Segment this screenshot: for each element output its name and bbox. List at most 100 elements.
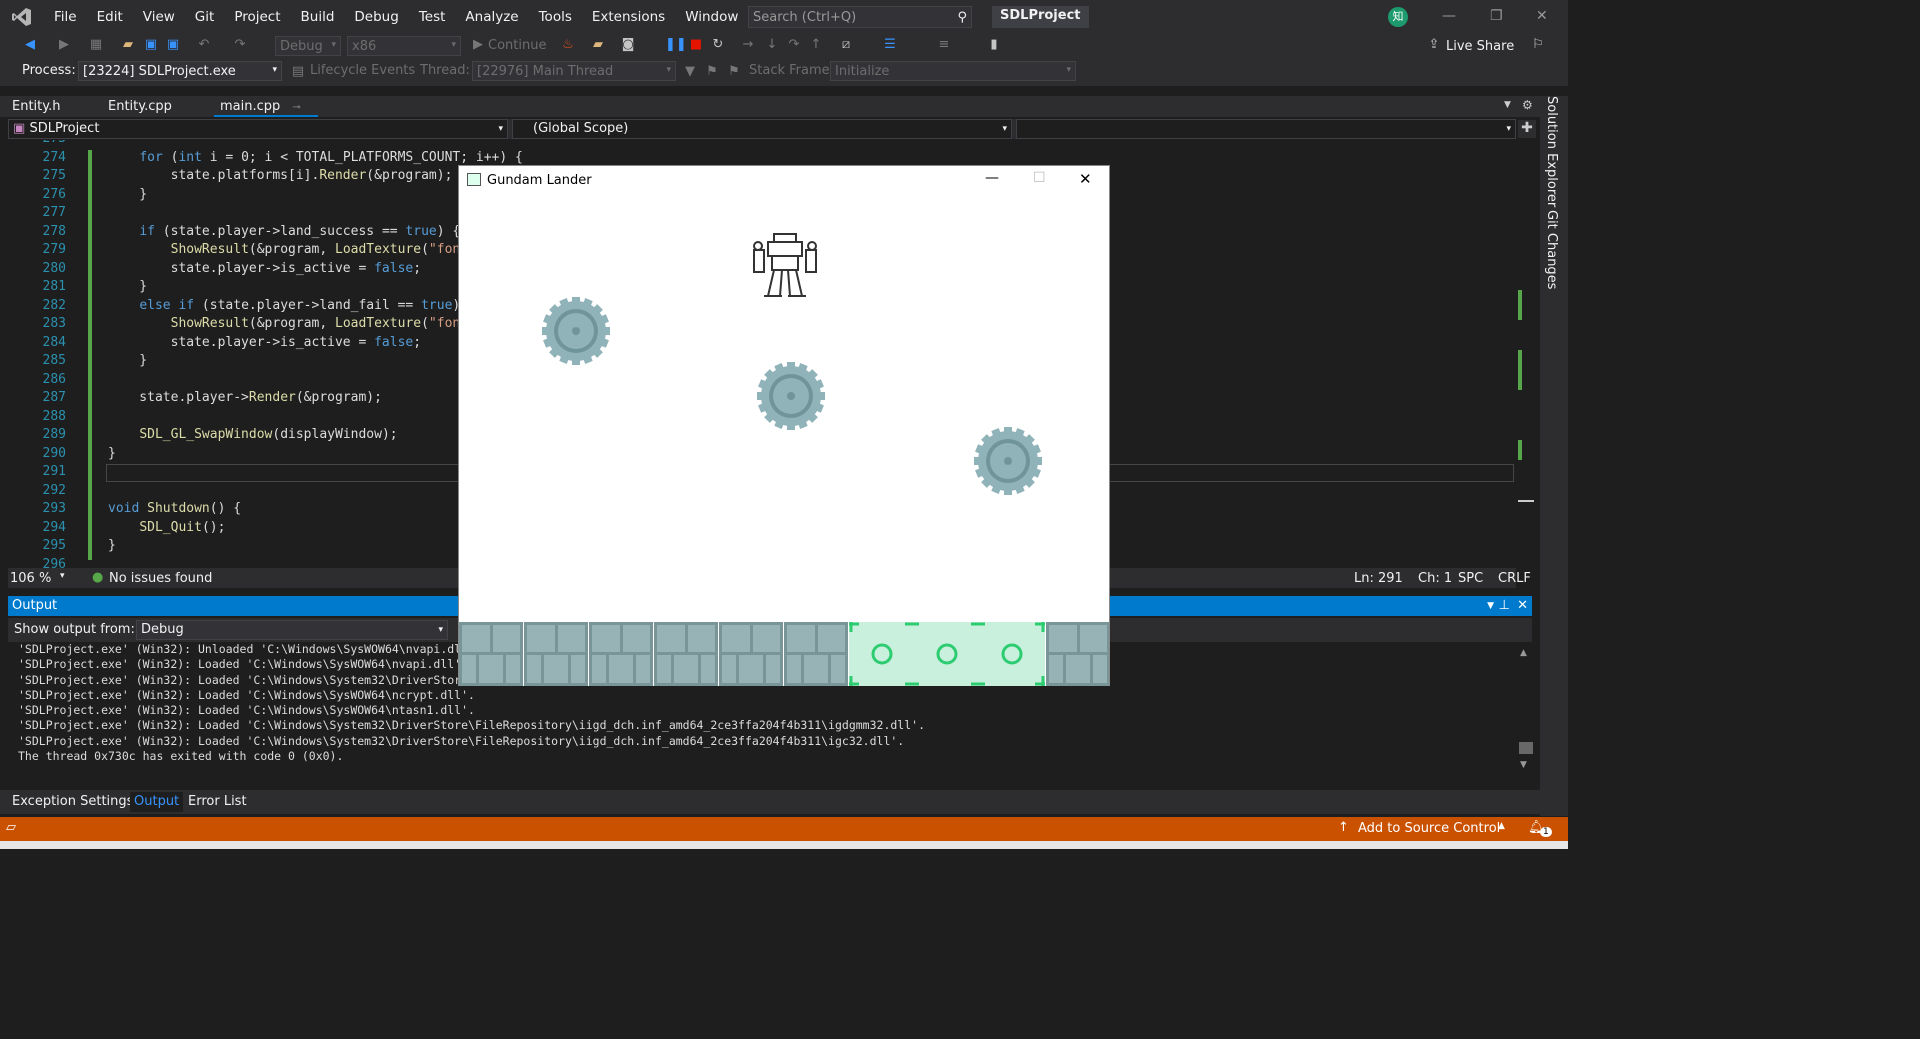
tab-output[interactable]: Output bbox=[130, 792, 184, 812]
diagnostics-icon[interactable]: ◙ bbox=[620, 37, 636, 53]
stop-icon[interactable]: ■ bbox=[688, 37, 704, 53]
navigate-forward-icon[interactable]: ▶ bbox=[56, 37, 72, 53]
show-flagged-icon[interactable]: ⚑ bbox=[726, 64, 742, 80]
line-number: 284 bbox=[42, 334, 66, 350]
filter-icon[interactable]: ▼ bbox=[682, 64, 698, 80]
menu-file[interactable]: File bbox=[44, 0, 87, 34]
navigate-back-icon[interactable]: ◀ bbox=[22, 37, 38, 53]
line-number: 280 bbox=[42, 260, 66, 276]
tab-exception-settings[interactable]: Exception Settings bbox=[8, 792, 137, 812]
format-icon[interactable]: ☰ bbox=[882, 37, 898, 53]
game-close-icon[interactable]: ✕ bbox=[1079, 170, 1092, 188]
restart-icon[interactable]: ↻ bbox=[710, 37, 726, 53]
save-icon[interactable]: ▣ bbox=[143, 37, 159, 53]
breakpoint-toggle-icon[interactable]: ⧄ bbox=[838, 37, 854, 53]
global-scope-select[interactable]: (Global Scope) ▾ bbox=[512, 119, 1012, 139]
menu-git[interactable]: Git bbox=[185, 0, 225, 34]
menu-window[interactable]: Window bbox=[675, 0, 748, 34]
output-scrollbar[interactable]: ▲ ▼ bbox=[1516, 642, 1536, 774]
menu-view[interactable]: View bbox=[133, 0, 185, 34]
tab-main-cpp[interactable]: main.cpp ⊸ ✕ bbox=[214, 96, 318, 135]
zoom-level[interactable]: 106 % bbox=[10, 571, 51, 586]
tab-overflow-icon[interactable]: ▼ bbox=[1504, 100, 1511, 110]
redo-icon[interactable]: ↷ bbox=[232, 37, 248, 53]
output-title: Output bbox=[12, 598, 58, 613]
folder-icon[interactable]: ▰ bbox=[590, 37, 606, 53]
editor-scrollbar[interactable] bbox=[1516, 140, 1536, 568]
split-editor-icon[interactable]: ✚ bbox=[1518, 120, 1536, 138]
menu-analyze[interactable]: Analyze bbox=[455, 0, 528, 34]
game-maximize-icon[interactable]: ☐ bbox=[1033, 170, 1046, 186]
menu-edit[interactable]: Edit bbox=[87, 0, 133, 34]
pin-icon[interactable]: ⊸ bbox=[292, 102, 300, 113]
flag-thread-icon[interactable]: ⚑ bbox=[704, 64, 720, 80]
tab-solution-explorer[interactable]: Solution Explorer bbox=[1544, 96, 1559, 207]
gear-obstacle bbox=[974, 427, 1042, 495]
issues-status[interactable]: No issues found bbox=[109, 571, 212, 586]
line-number: 285 bbox=[42, 353, 66, 368]
tab-git-changes[interactable]: Git Changes bbox=[1544, 210, 1559, 289]
open-file-icon[interactable]: ▰ bbox=[120, 37, 136, 53]
comment-icon[interactable]: ≡ bbox=[936, 37, 952, 53]
continue-icon[interactable]: ▶ bbox=[470, 37, 486, 53]
restore-icon[interactable]: ❐ bbox=[1490, 8, 1503, 24]
output-source-select[interactable]: Debug ▾ bbox=[136, 620, 448, 640]
minimize-icon[interactable]: — bbox=[1442, 8, 1456, 24]
menu-test[interactable]: Test bbox=[409, 0, 456, 34]
zoom-dropdown-icon[interactable]: ▾ bbox=[60, 571, 65, 581]
live-share-button[interactable]: Live Share bbox=[1446, 39, 1514, 54]
game-canvas[interactable] bbox=[459, 196, 1109, 686]
undo-icon[interactable]: ↶ bbox=[196, 37, 212, 53]
lifecycle-events-icon: ▤ bbox=[291, 64, 305, 79]
add-to-source-control-button[interactable]: Add to Source Control bbox=[1358, 821, 1500, 836]
save-all-icon[interactable]: ▣ bbox=[165, 37, 181, 53]
hot-reload-icon[interactable]: ♨ bbox=[560, 37, 576, 53]
output-horizontal-scrollbar[interactable] bbox=[8, 776, 1516, 790]
close-pane-icon[interactable]: ✕ bbox=[1517, 596, 1528, 616]
bookmark-icon[interactable]: ▮ bbox=[986, 37, 1002, 53]
member-select[interactable]: ▾ bbox=[1016, 119, 1516, 139]
document-tabs: Entity.h Entity.cpp main.cpp ⊸ ✕ ▼ ⚙ bbox=[0, 96, 1540, 135]
stack-frame-label: Stack Frame: bbox=[749, 63, 835, 78]
lifecycle-events-button[interactable]: Lifecycle Events bbox=[310, 63, 415, 78]
game-minimize-icon[interactable]: — bbox=[985, 170, 999, 186]
settings-gear-icon[interactable]: ⚙ bbox=[1522, 98, 1533, 112]
pin-pane-icon[interactable]: ⊥ bbox=[1499, 596, 1510, 616]
show-next-statement-icon[interactable]: → bbox=[740, 37, 756, 53]
line-ending[interactable]: CRLF bbox=[1498, 571, 1531, 586]
step-into-icon[interactable]: ↓ bbox=[764, 37, 780, 53]
process-select[interactable]: [23224] SDLProject.exe ▾ bbox=[78, 61, 282, 81]
new-project-icon[interactable]: ▦ bbox=[88, 37, 104, 53]
project-scope-select[interactable]: ▣ SDLProject ▾ bbox=[8, 119, 508, 139]
search-input[interactable]: Search (Ctrl+Q) ⚲ bbox=[748, 6, 972, 28]
menu-debug[interactable]: Debug bbox=[344, 0, 408, 34]
game-window[interactable]: Gundam Lander — ☐ ✕ bbox=[458, 165, 1110, 686]
menu-tools[interactable]: Tools bbox=[529, 0, 582, 34]
avatar[interactable]: 知 bbox=[1388, 7, 1408, 27]
whitespace-mode[interactable]: SPC bbox=[1458, 571, 1483, 586]
tab-entity-h[interactable]: Entity.h bbox=[6, 96, 66, 117]
step-over-icon[interactable]: ↷ bbox=[786, 37, 802, 53]
continue-button[interactable]: Continue bbox=[488, 38, 546, 53]
menu-build[interactable]: Build bbox=[291, 0, 345, 34]
feedback-icon[interactable]: ⚐ bbox=[1530, 37, 1546, 53]
menu-project[interactable]: Project bbox=[224, 0, 290, 34]
window-position-icon[interactable]: ▼ bbox=[1487, 596, 1494, 616]
pause-icon[interactable]: ❚❚ bbox=[665, 37, 687, 53]
menu-extensions[interactable]: Extensions bbox=[582, 0, 675, 34]
stack-frame-select[interactable]: Initialize ▾ bbox=[830, 61, 1076, 81]
tab-error-list[interactable]: Error List bbox=[184, 792, 251, 812]
step-out-icon[interactable]: ↑ bbox=[808, 37, 824, 53]
game-titlebar[interactable]: Gundam Lander — ☐ ✕ bbox=[459, 166, 1109, 196]
source-control-dropdown-icon[interactable]: ▲ bbox=[1498, 821, 1505, 831]
platform-select[interactable]: x86 ▾ bbox=[347, 36, 461, 56]
line-number: 273 bbox=[8, 140, 66, 146]
line-number: 278 bbox=[42, 223, 66, 239]
gundam-player bbox=[753, 233, 817, 297]
close-icon[interactable]: ✕ bbox=[1536, 8, 1548, 24]
tab-entity-cpp[interactable]: Entity.cpp bbox=[102, 96, 178, 117]
line-number: 274 bbox=[42, 149, 66, 165]
configuration-select[interactable]: Debug ▾ bbox=[275, 36, 341, 56]
thread-select[interactable]: [22976] Main Thread ▾ bbox=[472, 61, 676, 81]
gear-obstacle bbox=[757, 362, 825, 430]
